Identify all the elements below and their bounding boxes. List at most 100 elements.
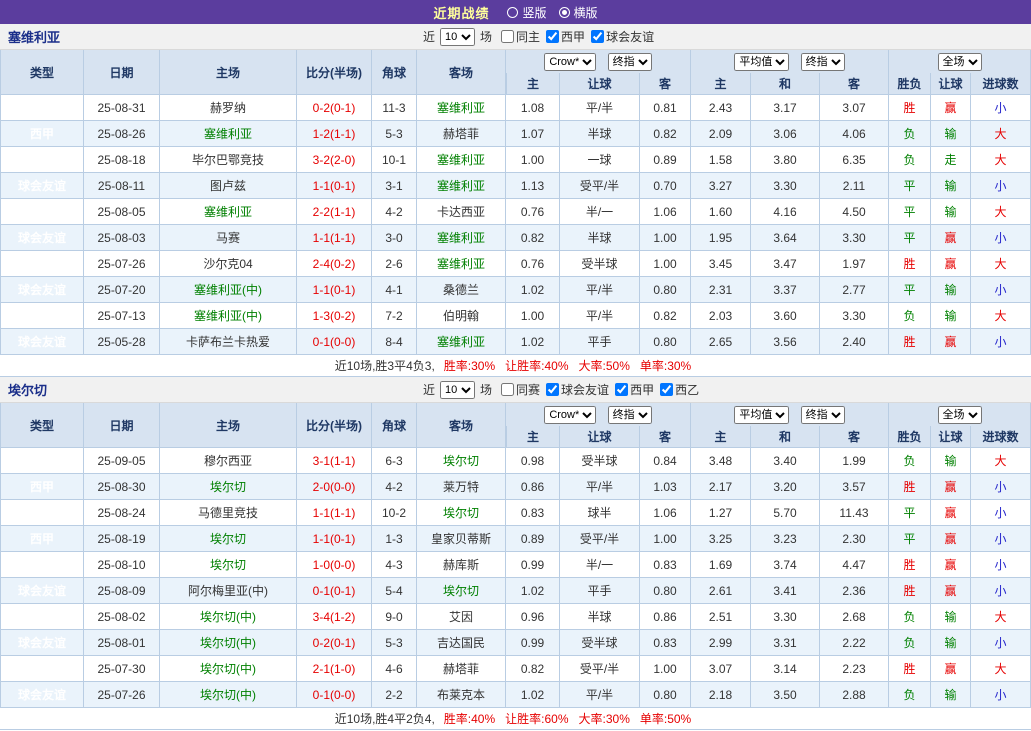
filter-checkbox[interactable]: 球会友谊	[585, 28, 654, 45]
layout-radio[interactable]: 横版	[559, 4, 598, 21]
scope-select[interactable]: 全场	[938, 406, 982, 424]
avg-index-select[interactable]: 终指	[801, 406, 845, 424]
home-team[interactable]: 穆尔西亚	[160, 448, 297, 474]
away-team[interactable]: 埃尔切	[417, 500, 506, 526]
avg-home-odds: 2.65	[691, 329, 751, 355]
col-odds-line: 让球	[560, 426, 640, 448]
home-team[interactable]: 阿尔梅里亚(中)	[160, 578, 297, 604]
match-row: 球会友谊25-07-26埃尔切(中)0-1(0-0)2-2布莱克本1.02平/半…	[0, 682, 1031, 708]
away-team[interactable]: 布莱克本	[417, 682, 506, 708]
summary-stat: 大率:50%	[579, 357, 630, 374]
match-row: 西甲25-08-18毕尔巴鄂竞技3-2(2-0)10-1塞维利亚1.00一球0.…	[0, 147, 1031, 173]
filter-bar: 近10场同赛球会友谊西甲西乙	[420, 377, 699, 402]
result-wdl: 负	[889, 682, 931, 708]
result-goals: 小	[971, 578, 1031, 604]
away-team[interactable]: 塞维利亚	[417, 225, 506, 251]
avg-select[interactable]: 平均值	[734, 406, 789, 424]
result-handicap: 输	[931, 682, 971, 708]
home-team[interactable]: 埃尔切(中)	[160, 604, 297, 630]
match-date: 25-08-05	[84, 199, 160, 225]
home-team[interactable]: 埃尔切	[160, 526, 297, 552]
away-team[interactable]: 莱万特	[417, 474, 506, 500]
home-team[interactable]: 塞维利亚(中)	[160, 303, 297, 329]
home-team[interactable]: 马赛	[160, 225, 297, 251]
home-team[interactable]: 埃尔切(中)	[160, 630, 297, 656]
corners: 4-2	[372, 474, 417, 500]
odds-index-select[interactable]: 终指	[608, 53, 652, 71]
home-team[interactable]: 埃尔切	[160, 474, 297, 500]
scope-select[interactable]: 全场	[938, 53, 982, 71]
home-team[interactable]: 埃尔切(中)	[160, 682, 297, 708]
league-type: 球会友谊	[0, 199, 84, 225]
result-goals: 大	[971, 303, 1031, 329]
home-team[interactable]: 赫罗纳	[160, 95, 297, 121]
filter-checkbox[interactable]: 西甲	[609, 381, 654, 398]
avg-draw-odds: 3.17	[751, 95, 820, 121]
away-team[interactable]: 埃尔切	[417, 578, 506, 604]
result-goals: 小	[971, 474, 1031, 500]
result-goals: 大	[971, 604, 1031, 630]
result-wdl: 胜	[889, 329, 931, 355]
avg-home-odds: 3.48	[691, 448, 751, 474]
home-team[interactable]: 毕尔巴鄂竞技	[160, 147, 297, 173]
checkbox-input[interactable]	[615, 383, 628, 396]
avg-select[interactable]: 平均值	[734, 53, 789, 71]
home-team[interactable]: 埃尔切	[160, 552, 297, 578]
bookmaker-select[interactable]: Crow*	[544, 406, 596, 424]
match-date: 25-07-30	[84, 656, 160, 682]
avg-away-odds: 3.30	[820, 225, 889, 251]
match-date: 25-08-09	[84, 578, 160, 604]
avg-home-odds: 1.58	[691, 147, 751, 173]
checkbox-input[interactable]	[546, 30, 559, 43]
result-goals: 小	[971, 277, 1031, 303]
checkbox-input[interactable]	[591, 30, 604, 43]
filter-checkbox[interactable]: 同赛	[495, 381, 540, 398]
col-odds-away: 客	[640, 426, 691, 448]
match-count-select[interactable]: 10	[440, 381, 475, 399]
bookmaker-select[interactable]: Crow*	[544, 53, 596, 71]
home-team[interactable]: 塞维利亚(中)	[160, 277, 297, 303]
away-team[interactable]: 塞维利亚	[417, 251, 506, 277]
away-team[interactable]: 埃尔切	[417, 448, 506, 474]
odds-index-select[interactable]: 终指	[608, 406, 652, 424]
away-team[interactable]: 卡达西亚	[417, 199, 506, 225]
home-team[interactable]: 沙尔克04	[160, 251, 297, 277]
home-team[interactable]: 塞维利亚	[160, 199, 297, 225]
checkbox-input[interactable]	[501, 30, 514, 43]
handicap-odds-group: Crow* 终指	[506, 50, 691, 73]
filter-checkbox[interactable]: 球会友谊	[540, 381, 609, 398]
home-team[interactable]: 埃尔切(中)	[160, 656, 297, 682]
score: 1-1(0-1)	[297, 526, 372, 552]
away-team[interactable]: 伯明翰	[417, 303, 506, 329]
away-team[interactable]: 艾因	[417, 604, 506, 630]
checkbox-input[interactable]	[501, 383, 514, 396]
away-team[interactable]: 塞维利亚	[417, 147, 506, 173]
filter-checkbox[interactable]: 西乙	[654, 381, 699, 398]
away-team[interactable]: 塞维利亚	[417, 95, 506, 121]
away-team[interactable]: 赫库斯	[417, 552, 506, 578]
home-team[interactable]: 图卢兹	[160, 173, 297, 199]
result-wdl: 负	[889, 147, 931, 173]
avg-home-odds: 2.03	[691, 303, 751, 329]
match-count-select[interactable]: 10	[440, 28, 475, 46]
home-team[interactable]: 塞维利亚	[160, 121, 297, 147]
away-team[interactable]: 塞维利亚	[417, 329, 506, 355]
home-team[interactable]: 马德里竞技	[160, 500, 297, 526]
result-wdl: 胜	[889, 474, 931, 500]
league-type: 球会友谊	[0, 552, 84, 578]
checkbox-input[interactable]	[660, 383, 673, 396]
avg-index-select[interactable]: 终指	[801, 53, 845, 71]
away-team[interactable]: 赫塔菲	[417, 656, 506, 682]
away-team[interactable]: 吉达国民	[417, 630, 506, 656]
filter-checkbox[interactable]: 西甲	[540, 28, 585, 45]
checkbox-input[interactable]	[546, 383, 559, 396]
match-row: 球会友谊25-09-05穆尔西亚3-1(1-1)6-3埃尔切0.98受半球0.8…	[0, 448, 1031, 474]
layout-radio[interactable]: 竖版	[507, 4, 546, 21]
home-team[interactable]: 卡萨布兰卡热爱	[160, 329, 297, 355]
away-team[interactable]: 赫塔菲	[417, 121, 506, 147]
filter-checkbox[interactable]: 同主	[495, 28, 540, 45]
away-team[interactable]: 塞维利亚	[417, 173, 506, 199]
away-team[interactable]: 皇家贝蒂斯	[417, 526, 506, 552]
away-team[interactable]: 桑德兰	[417, 277, 506, 303]
handicap-away-odds: 1.00	[640, 225, 691, 251]
